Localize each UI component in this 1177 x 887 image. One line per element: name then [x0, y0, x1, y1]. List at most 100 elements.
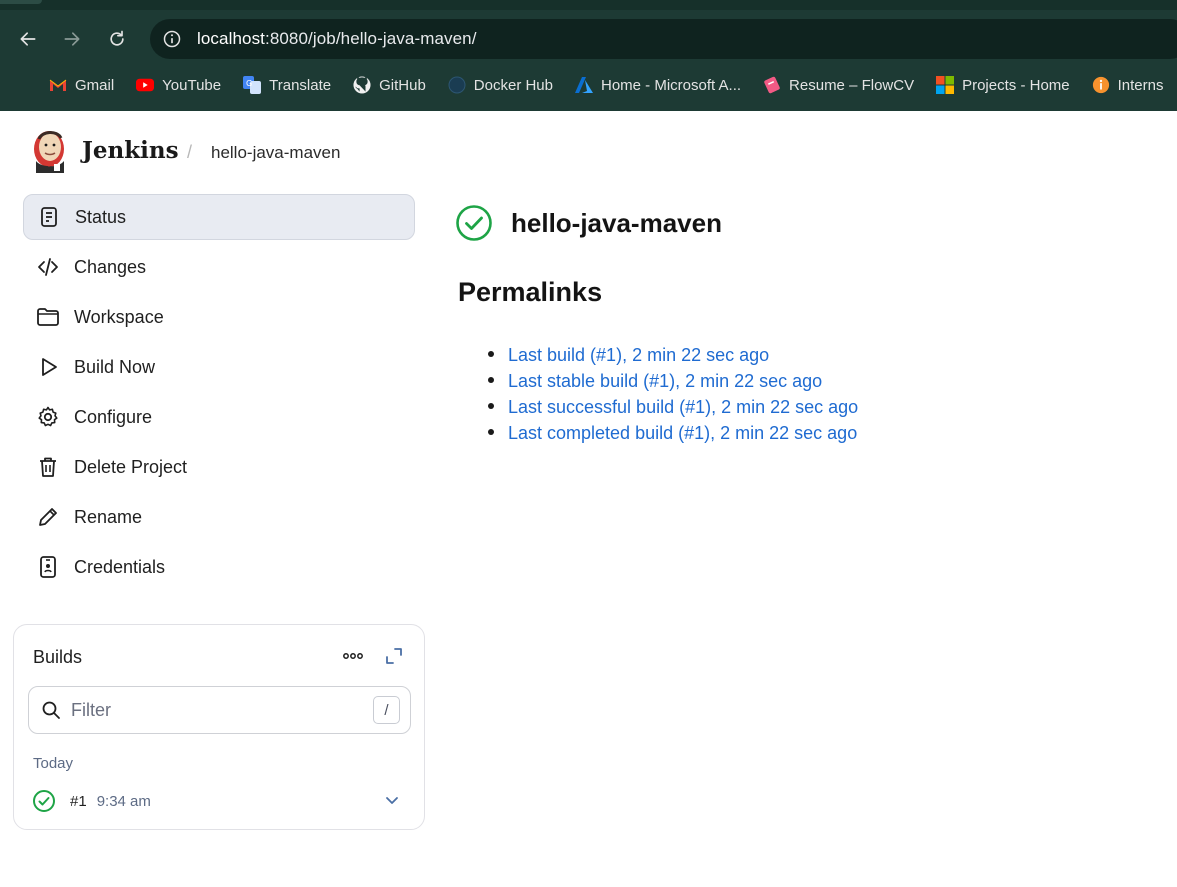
bookmark-azure[interactable]: Home - Microsoft A... — [575, 76, 741, 94]
site-info-icon[interactable] — [162, 29, 182, 49]
builds-filter[interactable]: / — [28, 686, 411, 734]
address-bar[interactable]: localhost:8080/job/hello-java-maven/ — [150, 19, 1177, 59]
sidebar-item-label: Status — [75, 206, 127, 227]
microsoft-icon — [936, 76, 955, 94]
bookmarks-bar: Gmail YouTube G Translate GitHub Docker … — [0, 70, 1177, 100]
browser-tab[interactable] — [0, 0, 42, 4]
bookmark-label: Gmail — [75, 76, 115, 94]
interns-icon — [1092, 76, 1110, 94]
sidebar-item-delete-project[interactable]: Delete Project — [23, 444, 415, 490]
sidebar-item-label: Changes — [74, 256, 147, 277]
arrow-left-icon — [20, 32, 36, 46]
back-button[interactable] — [13, 24, 43, 54]
expand-icon — [386, 648, 402, 664]
job-title-row: hello-java-maven — [455, 203, 722, 243]
github-icon — [353, 76, 371, 94]
url-host: localhost — [197, 29, 265, 48]
sidebar-item-label: Build Now — [74, 356, 156, 377]
bookmark-docker-hub[interactable]: Docker Hub — [448, 76, 553, 94]
youtube-icon — [136, 76, 155, 94]
permalinks-heading: Permalinks — [458, 277, 603, 307]
bookmark-interns[interactable]: Interns — [1092, 76, 1164, 94]
sidebar-item-workspace[interactable]: Workspace — [23, 294, 415, 340]
flowcv-icon — [763, 76, 781, 94]
bookmark-label: Interns — [1117, 76, 1164, 94]
sidebar-item-label: Configure — [74, 406, 153, 427]
arrow-right-icon — [64, 32, 80, 46]
builds-expand-button[interactable] — [382, 643, 406, 669]
bookmark-label: Projects - Home — [962, 76, 1070, 94]
bookmark-label: GitHub — [379, 76, 426, 94]
reload-icon — [110, 30, 124, 46]
more-horizontal-icon — [343, 653, 363, 659]
sidebar-item-label: Delete Project — [74, 456, 188, 477]
code-icon — [35, 254, 61, 280]
svg-text:G: G — [246, 79, 252, 88]
azure-icon — [575, 76, 593, 94]
sidebar-item-status[interactable]: Status — [23, 194, 415, 240]
bookmark-github[interactable]: GitHub — [353, 76, 426, 94]
credentials-icon — [35, 554, 61, 580]
sidebar-item-build-now[interactable]: Build Now — [23, 344, 415, 390]
success-check-icon — [456, 205, 492, 241]
sidebar: Status Changes Workspace Build Now Confi… — [23, 194, 415, 594]
sidebar-item-changes[interactable]: Changes — [23, 244, 415, 290]
browser-chrome: localhost:8080/job/hello-java-maven/ Gma… — [0, 0, 1177, 111]
breadcrumb-job[interactable]: hello-java-maven — [211, 143, 340, 163]
list-item: Last completed build (#1), 2 min 22 sec … — [487, 421, 858, 447]
permalink-last-stable-build[interactable]: Last stable build (#1), 2 min 22 sec ago — [508, 371, 822, 391]
permalink-last-build[interactable]: Last build (#1), 2 min 22 sec ago — [508, 345, 769, 365]
sidebar-item-label: Rename — [74, 506, 143, 527]
build-row[interactable]: #1 9:34 am — [32, 788, 402, 814]
bookmark-translate[interactable]: G Translate — [243, 76, 331, 94]
bookmark-label: Resume – FlowCV — [789, 76, 915, 94]
bookmark-projects[interactable]: Projects - Home — [936, 76, 1070, 94]
builds-title: Builds — [33, 647, 83, 667]
builds-panel: Builds / Today #1 9:34 am — [13, 624, 425, 830]
permalink-last-completed-build[interactable]: Last completed build (#1), 2 min 22 sec … — [508, 423, 857, 443]
url-text[interactable]: localhost:8080/job/hello-java-maven/ — [197, 29, 477, 49]
sidebar-item-label: Workspace — [74, 306, 164, 327]
breadcrumb-separator: / — [187, 142, 193, 162]
filter-shortcut-key: / — [373, 696, 400, 724]
jenkins-header: Jenkins / hello-java-maven — [0, 111, 1177, 191]
bookmark-label: Translate — [269, 76, 332, 94]
bookmark-label: Home - Microsoft A... — [601, 76, 742, 94]
sidebar-item-configure[interactable]: Configure — [23, 394, 415, 440]
permalink-last-successful-build[interactable]: Last successful build (#1), 2 min 22 sec… — [508, 397, 858, 417]
filter-input[interactable] — [71, 699, 351, 721]
search-icon — [42, 701, 60, 719]
build-time: 9:34 am — [96, 792, 151, 810]
gmail-icon — [49, 76, 67, 94]
builds-day-label: Today — [33, 755, 74, 772]
pencil-icon — [35, 504, 61, 530]
reload-button[interactable] — [102, 24, 132, 54]
build-number[interactable]: #1 — [70, 793, 87, 810]
url-path: :8080/job/hello-java-maven/ — [265, 29, 477, 48]
success-check-icon — [33, 790, 55, 812]
play-icon — [35, 354, 61, 380]
list-item: Last successful build (#1), 2 min 22 sec… — [487, 395, 858, 421]
bookmark-flowcv[interactable]: Resume – FlowCV — [763, 76, 914, 94]
list-item: Last stable build (#1), 2 min 22 sec ago — [487, 369, 858, 395]
list-item: Last build (#1), 2 min 22 sec ago — [487, 343, 858, 369]
bookmark-youtube[interactable]: YouTube — [136, 76, 221, 94]
bookmark-gmail[interactable]: Gmail — [49, 76, 114, 94]
bookmark-label: Docker Hub — [473, 76, 553, 94]
docker-icon — [448, 76, 466, 94]
forward-button[interactable] — [57, 24, 87, 54]
translate-icon: G — [243, 76, 262, 94]
permalinks-list: Last build (#1), 2 min 22 sec ago Last s… — [487, 343, 858, 447]
builds-more-button[interactable] — [339, 643, 367, 669]
status-icon — [36, 204, 62, 230]
bookmark-label: YouTube — [162, 76, 222, 94]
trash-icon — [35, 454, 61, 480]
page-title: hello-java-maven — [511, 207, 722, 238]
sidebar-item-credentials[interactable]: Credentials — [23, 544, 415, 590]
gear-icon — [35, 404, 61, 430]
jenkins-logo-icon[interactable] — [28, 127, 70, 175]
sidebar-item-label: Credentials — [74, 556, 166, 577]
sidebar-item-rename[interactable]: Rename — [23, 494, 415, 540]
chevron-down-icon[interactable] — [382, 790, 402, 810]
jenkins-brand[interactable]: Jenkins — [82, 137, 179, 164]
